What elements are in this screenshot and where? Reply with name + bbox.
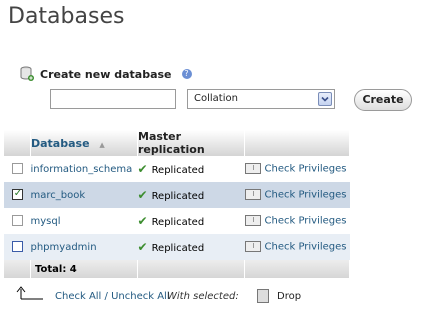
check-privileges-label: Check Privileges: [264, 215, 347, 227]
checkmark-icon: ✔: [137, 214, 148, 228]
checkmark-icon: ✔: [137, 188, 148, 202]
check-privileges-label: Check Privileges: [264, 241, 347, 253]
check-privileges-link[interactable]: Check Privileges: [244, 208, 350, 234]
page-title: Databases: [8, 4, 125, 29]
row-checkbox[interactable]: [11, 163, 23, 175]
replication-status: ✔ Replicated: [137, 234, 245, 260]
table-row: mysql ✔ Replicated Check Privileges: [4, 208, 350, 234]
collation-select[interactable]: Collation: [187, 89, 335, 109]
database-name-input[interactable]: [50, 89, 176, 109]
drop-button[interactable]: Drop: [277, 291, 301, 302]
create-database-row: Create new database ?: [20, 66, 192, 82]
replication-status-text: Replicated: [151, 191, 205, 202]
check-privileges-link[interactable]: Check Privileges: [244, 234, 350, 260]
privileges-icon: [244, 215, 261, 227]
select-column-header: [4, 130, 31, 156]
privileges-column-header: [244, 130, 350, 156]
table-row: phpmyadmin ✔ Replicated Check Privileges: [4, 234, 350, 260]
master-replication-column-header: Master replication: [137, 130, 245, 156]
replication-status-text: Replicated: [151, 243, 205, 254]
database-name-link[interactable]: phpmyadmin: [30, 234, 138, 260]
check-privileges-label: Check Privileges: [264, 163, 347, 175]
chevron-down-icon[interactable]: [318, 92, 332, 106]
uncheck-all-link[interactable]: Uncheck All: [111, 291, 170, 302]
check-privileges-link[interactable]: Check Privileges: [244, 182, 350, 208]
total-count: Total: 4: [30, 260, 138, 278]
replication-status: ✔ Replicated: [137, 156, 245, 182]
drop-icon[interactable]: [257, 289, 269, 303]
privileges-icon: [244, 163, 261, 175]
replication-status: ✔ Replicated: [137, 208, 245, 234]
collation-selected-value: Collation: [194, 93, 238, 104]
replication-status: ✔ Replicated: [137, 182, 245, 208]
database-column-header[interactable]: Database ▲: [30, 130, 138, 156]
create-database-label: Create new database: [40, 67, 172, 81]
database-name-link[interactable]: information_schema: [30, 156, 138, 182]
database-column-label: Database: [31, 136, 90, 150]
checkmark-icon: ✔: [137, 162, 148, 176]
table-row: ✓ marc_book ✔ Replicated Check Privileges: [4, 182, 350, 208]
checkbox-check-icon: ✓: [13, 188, 23, 200]
help-icon[interactable]: ?: [181, 69, 192, 79]
privileges-icon: [244, 189, 261, 201]
database-add-icon: [20, 66, 34, 82]
check-all-link[interactable]: Check All: [55, 291, 101, 302]
checkmark-icon: ✔: [137, 240, 148, 254]
databases-table: Database ▲ Master replication informatio…: [4, 130, 350, 278]
replication-status-text: Replicated: [151, 165, 205, 176]
check-privileges-label: Check Privileges: [264, 189, 347, 201]
with-selected-label: With selected:: [167, 291, 239, 302]
table-total-row: Total: 4: [4, 260, 350, 278]
database-name-link[interactable]: marc_book: [30, 182, 138, 208]
privileges-icon: [244, 241, 261, 253]
create-button[interactable]: Create: [354, 89, 412, 111]
replication-status-text: Replicated: [151, 217, 205, 228]
database-name-link[interactable]: mysql: [30, 208, 138, 234]
row-checkbox[interactable]: ✓: [11, 188, 23, 201]
check-all-separator: /: [104, 291, 108, 302]
table-header-row: Database ▲ Master replication: [4, 130, 350, 156]
arrow-up-icon: [16, 286, 43, 300]
sort-ascending-icon: ▲: [99, 140, 105, 149]
check-all-controls: Check All / Uncheck All: [55, 291, 170, 302]
row-checkbox[interactable]: [11, 215, 23, 227]
table-row: information_schema ✔ Replicated Check Pri…: [4, 156, 350, 182]
check-privileges-link[interactable]: Check Privileges: [244, 156, 350, 182]
row-checkbox[interactable]: [11, 241, 23, 253]
